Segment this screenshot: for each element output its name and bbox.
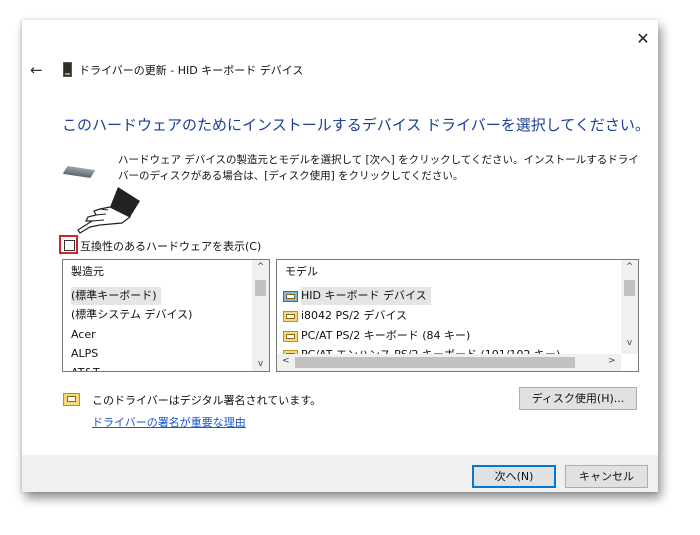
dialog-footer: [22, 455, 658, 492]
list-item[interactable]: (標準システム デバイス): [71, 306, 192, 324]
next-button[interactable]: 次へ(N): [472, 465, 556, 488]
manufacturer-list[interactable]: 製造元 (標準キーボード) (標準システム デバイス) Acer ALPS AT…: [62, 259, 270, 372]
manufacturer-list-header: 製造元: [71, 265, 104, 278]
cancel-button[interactable]: キャンセル: [565, 465, 648, 488]
scroll-up-icon[interactable]: ^: [252, 262, 269, 272]
pointing-hand-icon: [77, 187, 140, 234]
list-item[interactable]: PC/AT PS/2 キーボード (84 キー): [301, 327, 470, 345]
driver-icon: [283, 331, 298, 342]
model-horizontal-scrollbar[interactable]: < >: [277, 354, 621, 371]
list-item[interactable]: i8042 PS/2 デバイス: [301, 307, 407, 325]
list-item[interactable]: ALPS: [71, 345, 98, 363]
close-icon[interactable]: ✕: [634, 30, 652, 48]
scroll-right-icon[interactable]: >: [608, 356, 616, 366]
certificate-icon: [63, 393, 80, 406]
driver-icon: [283, 311, 298, 322]
driver-icon: [283, 291, 298, 302]
scroll-up-icon[interactable]: ^: [621, 262, 638, 272]
scroll-thumb[interactable]: [255, 280, 266, 296]
signature-status: このドライバーはデジタル署名されています。: [92, 394, 322, 407]
model-list[interactable]: モデル HID キーボード デバイス i8042 PS/2 デバイス PC/AT…: [276, 259, 639, 372]
manufacturer-vertical-scrollbar[interactable]: ^ v: [252, 260, 269, 371]
model-vertical-scrollbar[interactable]: ^ v: [621, 260, 638, 354]
back-arrow-icon[interactable]: ←: [30, 61, 43, 79]
window-title: ドライバーの更新 - HID キーボード デバイス: [79, 64, 304, 77]
compat-checkbox-label[interactable]: 互換性のあるハードウェアを表示(C): [80, 238, 261, 254]
instruction-text: ハードウェア デバイスの製造元とモデルを選択して [次へ] をクリックしてくださ…: [118, 154, 639, 182]
list-item[interactable]: HID キーボード デバイス: [301, 287, 431, 305]
list-item[interactable]: Acer: [71, 326, 96, 344]
scroll-left-icon[interactable]: <: [282, 356, 290, 366]
disk-button[interactable]: ディスク使用(H)...: [519, 387, 637, 410]
page-heading: このハードウェアのためにインストールするデバイス ドライバーを選択してください。: [62, 116, 650, 134]
list-item[interactable]: AT&T: [71, 364, 100, 371]
compat-checkbox-highlight: [59, 235, 78, 254]
signature-info-link[interactable]: ドライバーの署名が重要な理由: [92, 414, 246, 430]
scroll-thumb[interactable]: [295, 357, 575, 368]
compat-checkbox[interactable]: [64, 240, 75, 251]
device-icon: [63, 62, 72, 77]
scroll-thumb[interactable]: [624, 280, 635, 296]
scroll-down-icon[interactable]: v: [252, 359, 269, 369]
scroll-down-icon[interactable]: v: [621, 338, 638, 348]
list-item[interactable]: (標準キーボード): [71, 287, 161, 305]
model-list-header: モデル: [285, 265, 318, 278]
